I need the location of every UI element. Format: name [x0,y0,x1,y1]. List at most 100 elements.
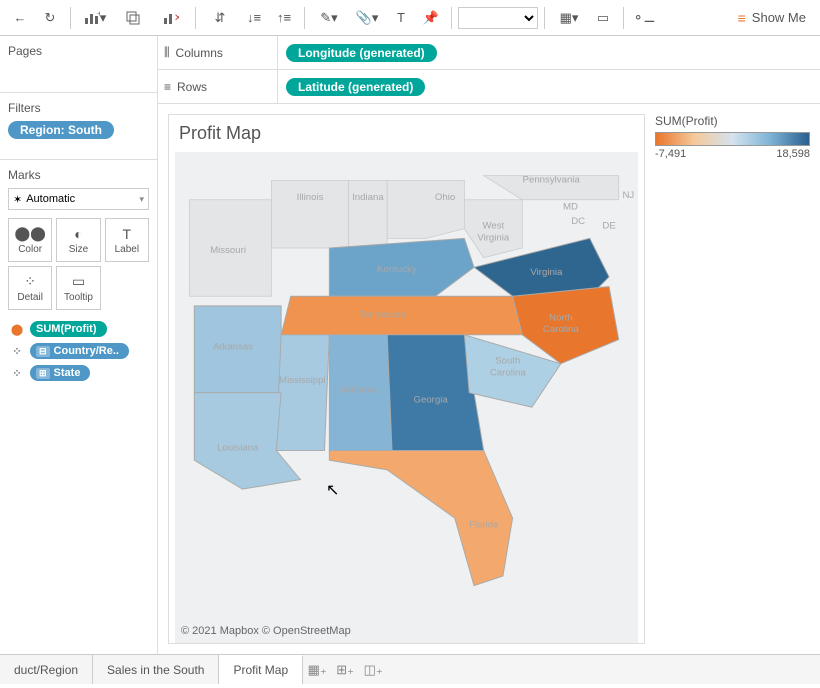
mark-pill-sum-profit[interactable]: SUM(Profit) [30,321,107,337]
svg-text:NJ: NJ [622,190,634,201]
sort-asc-icon[interactable]: ↓≡ [240,4,268,32]
marks-card: Marks ✶ Automatic ⬤⬤Color ◐Size TLabel ⁘… [0,160,157,394]
bg-illinois [271,180,348,248]
svg-text:Louisiana: Louisiana [217,443,259,454]
size-icon: ◐ [74,226,82,242]
map-svg: Illinois Indiana Ohio Missouri West Virg… [175,152,638,643]
legend-max: 18,598 [776,148,810,160]
marks-detail-button[interactable]: ⁘Detail [8,266,52,310]
viz-canvas[interactable]: Profit Map Illinois Indiana Ohio Missour… [168,114,645,644]
bg-ohio [387,180,464,238]
state-mississippi[interactable] [276,335,329,451]
marks-color-button[interactable]: ⬤⬤Color [8,218,52,262]
svg-text:Carolina: Carolina [490,367,526,378]
svg-text:Mississippi: Mississippi [279,375,326,386]
columns-label: Columns [176,46,223,60]
tooltip-icon: ▭ [72,273,85,290]
svg-text:Alabama: Alabama [339,385,378,396]
present-icon[interactable]: ▭ [589,4,617,32]
svg-text:+: + [97,10,100,18]
show-me-icon: ≡ [738,10,746,26]
svg-text:✕: ✕ [174,13,179,24]
filter-pill-region[interactable]: Region: South [8,121,114,139]
color-icon: ⬤⬤ [14,225,45,242]
add-bar-icon[interactable]: +▾ [77,4,113,32]
clear-icon[interactable]: ✕ [153,4,189,32]
svg-text:Ohio: Ohio [435,192,455,203]
detail-mark-icon: ⁘ [8,342,26,360]
tab-profit-map[interactable]: Profit Map [219,655,303,684]
svg-text:DC: DC [571,216,585,227]
label-icon: T [123,226,132,242]
new-dashboard-icon[interactable]: ⊞₊ [331,662,359,678]
bg-indiana [349,180,388,248]
legend-min: -7,491 [655,148,686,160]
tab-product-region[interactable]: duct/Region [0,655,93,684]
highlight-icon[interactable]: ✎▾ [311,4,347,32]
svg-text:North: North [549,312,573,323]
pages-shelf[interactable]: Pages [0,36,157,93]
text-icon[interactable]: T [387,4,415,32]
columns-icon: ⫼ [164,45,170,60]
svg-text:Kentucky: Kentucky [377,264,417,275]
svg-text:Arkansas: Arkansas [213,341,253,352]
svg-text:Pennsylvania: Pennsylvania [523,174,581,185]
svg-text:West: West [482,221,504,232]
svg-text:Indiana: Indiana [352,192,384,203]
fit-select[interactable] [458,7,538,29]
mark-pill-state[interactable]: ⊞State [30,365,90,381]
marks-label-button[interactable]: TLabel [105,218,149,262]
automatic-icon: ✶ [13,193,22,206]
back-icon[interactable]: ← [6,4,34,32]
new-story-icon[interactable]: ◫₊ [359,662,387,678]
marks-tooltip-button[interactable]: ▭Tooltip [56,266,100,310]
swap-icon[interactable]: ⇵ [202,4,238,32]
detail-icon: ⁘ [24,273,36,290]
svg-text:Illinois: Illinois [297,192,324,203]
toolbar: ← ↻ +▾ ✕ ⇵ ↓≡ ↑≡ ✎▾ 📎▾ T 📌 ▦▾ ▭ ⚬⚊ ≡ Sho… [0,0,820,36]
pages-title: Pages [0,36,157,64]
duplicate-icon[interactable] [115,4,151,32]
sheet-tabs: duct/Region Sales in the South Profit Ma… [0,654,820,684]
filters-shelf[interactable]: Filters Region: South [0,93,157,160]
tab-sales-south[interactable]: Sales in the South [93,655,219,684]
attach-icon[interactable]: 📎▾ [349,4,385,32]
viz-title[interactable]: Profit Map [169,115,644,152]
refresh-icon[interactable]: ↻ [36,4,64,32]
rows-pill-latitude[interactable]: Latitude (generated) [286,78,425,96]
sort-desc-icon[interactable]: ↑≡ [270,4,298,32]
new-worksheet-icon[interactable]: ▦₊ [303,662,331,678]
show-me-button[interactable]: ≡ Show Me [730,10,814,26]
show-me-label: Show Me [752,10,806,25]
svg-text:DE: DE [602,221,615,232]
worksheet-area: ⫼ Columns Longitude (generated) ≡Rows Lat… [158,36,820,654]
color-legend[interactable]: SUM(Profit) -7,491 18,598 [655,114,810,644]
svg-text:Missouri: Missouri [210,245,246,256]
rows-icon: ≡ [164,80,171,94]
left-panel: Pages Filters Region: South Marks ✶ Auto… [0,36,158,654]
filters-title: Filters [0,93,157,121]
detail-mark-icon-2: ⁘ [8,364,26,382]
svg-text:Florida: Florida [469,520,499,531]
pin-icon[interactable]: 📌 [417,4,445,32]
marks-title: Marks [0,160,157,188]
hierarchy-icon-2: ⊞ [36,368,50,379]
share-icon[interactable]: ⚬⚊ [630,4,658,32]
color-mark-icon: ⬤ [8,320,26,338]
legend-title: SUM(Profit) [655,114,810,128]
svg-text:Georgia: Georgia [413,394,448,405]
legend-gradient [655,132,810,146]
marks-type-label: Automatic [26,193,75,205]
marks-size-button[interactable]: ◐Size [56,218,100,262]
mark-pill-country[interactable]: ⊟Country/Re.. [30,343,129,359]
columns-pill-longitude[interactable]: Longitude (generated) [286,44,437,62]
map-area[interactable]: Illinois Indiana Ohio Missouri West Virg… [175,152,638,643]
svg-text:Carolina: Carolina [543,324,579,335]
state-florida[interactable] [329,451,512,586]
svg-text:Virginia: Virginia [477,232,510,243]
hierarchy-icon: ⊟ [36,346,50,357]
columns-shelf[interactable]: ⫼ Columns Longitude (generated) [158,36,820,70]
marks-type-select[interactable]: ✶ Automatic [8,188,149,210]
rows-shelf[interactable]: ≡Rows Latitude (generated) [158,70,820,104]
views-icon[interactable]: ▦▾ [551,4,587,32]
